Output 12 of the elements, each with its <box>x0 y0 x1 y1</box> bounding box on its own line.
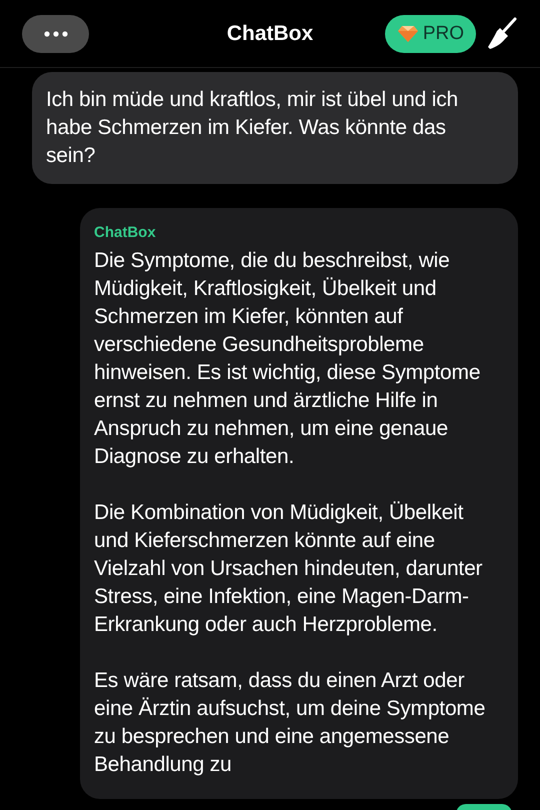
more-icon <box>44 30 68 36</box>
more-button[interactable] <box>22 14 89 52</box>
message-text: Es wäre ratsam, dass du einen Arzt oder eine Ärztin aufsuchst, um deine Symptome zu besprechen und eine angemessene Behandlung zu <box>94 668 486 778</box>
app-title: ChatBox <box>226 22 314 46</box>
message-text: Die Symptome, die du beschreibst, wie Müdigkeit, Kraftlosigkeit, Übelkeit und Schmerzen im Kiefer, könnten auf verschiedene Gesundheitsprobleme hinweisen. Es ist wichtig, diese Symptome ernst zu nehmen und ärztliche Hilfe in Anspruch zu nehmen, um eine genaue Diagnose zu erhalten. <box>94 248 482 470</box>
pro-button[interactable]: PRO <box>384 14 476 52</box>
broom-button[interactable] <box>486 16 518 50</box>
message-text: Die Kombination von Müdigkeit, Übelkeit und Kieferschmerzen könnte auf eine Vielzahl von Ursachen hindeuten, darunter Stress, eine Infektion, eine Magen-Darm-Erkrankung oder auch Herzprobleme. <box>94 500 484 638</box>
gem-icon <box>396 24 419 42</box>
message-text: Ich bin müde und kraftlos, mir ist übel und ich habe Schmerzen im Kiefer. Was könnte das sein? <box>46 87 459 169</box>
broom-icon <box>486 16 518 50</box>
sender-name: ChatBox <box>94 224 157 241</box>
